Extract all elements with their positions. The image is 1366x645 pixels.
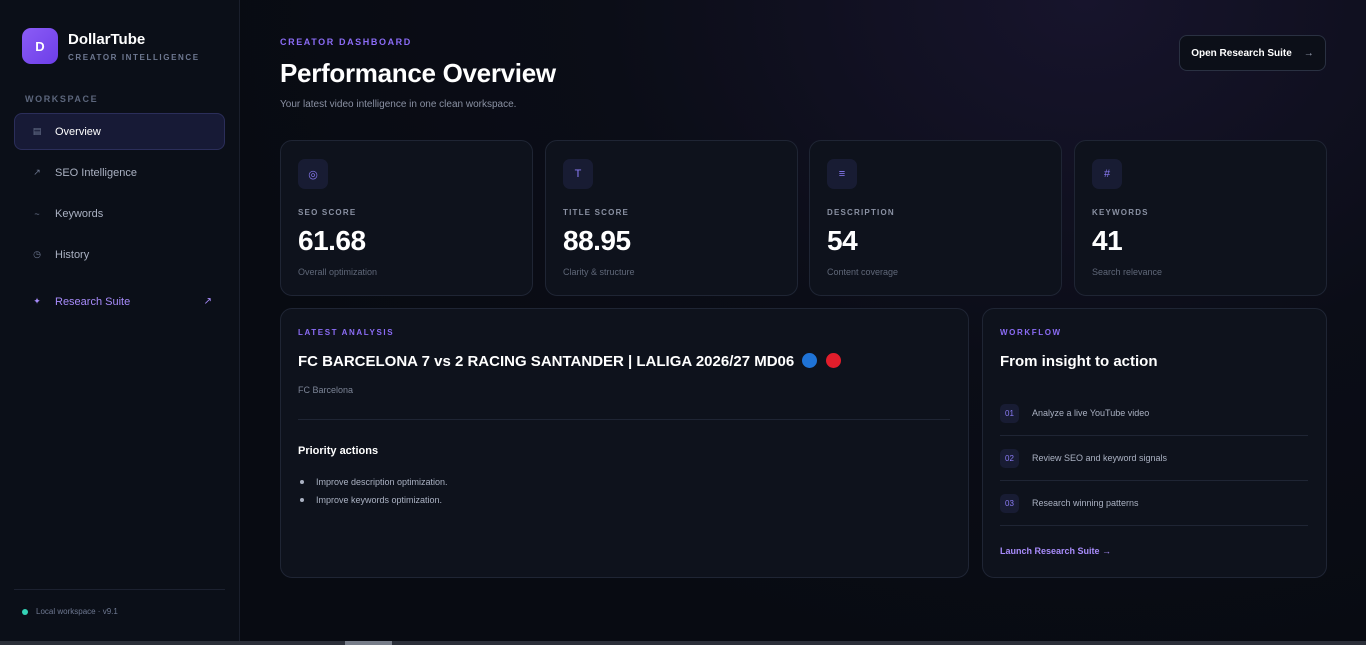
blue-circle-icon bbox=[802, 353, 818, 368]
sidebar-item-label: Keywords bbox=[55, 207, 104, 220]
step-number: 02 bbox=[1000, 448, 1019, 468]
sidebar-item-research-suite[interactable]: ✦ Research Suite ↗ bbox=[14, 283, 225, 320]
bullet-icon bbox=[300, 498, 304, 502]
sidebar: D DollarTube CREATOR INTELLIGENCE WORKSP… bbox=[0, 0, 240, 645]
metric-label: TITLE SCORE bbox=[563, 208, 630, 217]
workflow-step: 03 Research winning patterns bbox=[1000, 481, 1308, 526]
lines-icon: ≡ bbox=[827, 159, 857, 189]
status-text: Local workspace · v9.1 bbox=[36, 607, 118, 616]
metric-card-description: ≡ DESCRIPTION 54 Content coverage bbox=[809, 140, 1062, 296]
channel-name: FC Barcelona bbox=[298, 385, 354, 395]
button-label: Open Research Suite bbox=[1191, 47, 1292, 59]
open-research-suite-button[interactable]: Open Research Suite → bbox=[1179, 35, 1326, 71]
divider bbox=[298, 419, 950, 420]
latest-analysis-panel: LATEST ANALYSIS FC BARCELONA 7 vs 2 RACI… bbox=[280, 308, 969, 578]
step-number: 03 bbox=[1000, 493, 1019, 513]
sidebar-divider bbox=[14, 589, 225, 590]
red-circle-icon bbox=[825, 353, 841, 368]
list-item: Improve keywords optimization. bbox=[300, 495, 442, 505]
sparkle-icon: ✦ bbox=[33, 296, 41, 306]
metric-value: 61.68 bbox=[298, 225, 366, 256]
metric-card-seo-score: ◎ SEO SCORE 61.68 Overall optimization bbox=[280, 140, 533, 296]
launch-research-suite-link[interactable]: Launch Research Suite → bbox=[1000, 546, 1111, 556]
page-title: Performance Overview bbox=[280, 58, 556, 88]
page-eyebrow: CREATOR DASHBOARD bbox=[280, 37, 412, 47]
sidebar-item-label: History bbox=[55, 248, 90, 261]
workflow-step: 02 Review SEO and keyword signals bbox=[1000, 436, 1308, 481]
metric-note: Search relevance bbox=[1092, 267, 1163, 277]
grid-icon: ▤ bbox=[32, 126, 42, 136]
horizontal-scrollbar[interactable] bbox=[0, 641, 1366, 645]
metric-card-keywords: # KEYWORDS 41 Search relevance bbox=[1074, 140, 1327, 296]
brand-subtitle: CREATOR INTELLIGENCE bbox=[68, 52, 200, 62]
sidebar-item-seo-intelligence[interactable]: ↗ SEO Intelligence bbox=[14, 154, 225, 191]
step-text: Review SEO and keyword signals bbox=[1032, 453, 1168, 463]
sidebar-item-keywords[interactable]: ~ Keywords bbox=[14, 195, 225, 232]
sidebar-item-label: SEO Intelligence bbox=[55, 166, 137, 179]
status-dot-icon bbox=[22, 608, 28, 615]
workspace-status: Local workspace · v9.1 bbox=[22, 607, 118, 616]
workflow-step: 01 Analyze a live YouTube video bbox=[1000, 391, 1308, 436]
tilde-icon: ~ bbox=[34, 208, 40, 219]
page-subtitle: Your latest video intelligence in one cl… bbox=[280, 99, 517, 110]
external-link-icon: ↗ bbox=[203, 296, 212, 307]
scrollbar-thumb[interactable] bbox=[345, 641, 392, 645]
workspace-section-label: WORKSPACE bbox=[25, 94, 99, 104]
clock-icon: ◷ bbox=[33, 249, 41, 259]
video-title-text: FC BARCELONA 7 vs 2 RACING SANTANDER | L… bbox=[298, 353, 795, 370]
workflow-panel: WORKFLOW From insight to action 01 Analy… bbox=[982, 308, 1327, 578]
trend-icon: ↗ bbox=[33, 167, 41, 177]
bullet-icon bbox=[300, 480, 304, 484]
list-item: Improve description optimization. bbox=[300, 477, 448, 487]
sidebar-item-history[interactable]: ◷ History bbox=[14, 236, 225, 273]
hash-icon: # bbox=[1092, 159, 1122, 189]
metric-label: KEYWORDS bbox=[1092, 208, 1149, 217]
sidebar-item-label: Research Suite bbox=[55, 295, 131, 308]
metric-note: Content coverage bbox=[827, 267, 899, 277]
main-content: CREATOR DASHBOARD Performance Overview Y… bbox=[241, 0, 1366, 645]
arrow-right-icon: → bbox=[1303, 47, 1314, 59]
sidebar-item-label: Overview bbox=[55, 125, 101, 138]
workflow-title: From insight to action bbox=[1000, 353, 1158, 370]
metric-note: Overall optimization bbox=[298, 267, 378, 277]
metric-card-title-score: T TITLE SCORE 88.95 Clarity & structure bbox=[545, 140, 798, 296]
metric-value: 54 bbox=[827, 225, 858, 256]
metric-value: 88.95 bbox=[563, 225, 631, 256]
step-number: 01 bbox=[1000, 403, 1019, 423]
brand-logo: D bbox=[22, 28, 58, 64]
brand[interactable]: D DollarTube CREATOR INTELLIGENCE bbox=[22, 28, 200, 64]
panel-eyebrow: WORKFLOW bbox=[1000, 328, 1062, 337]
metric-value: 41 bbox=[1092, 225, 1123, 256]
metric-label: DESCRIPTION bbox=[827, 208, 895, 217]
video-title: FC BARCELONA 7 vs 2 RACING SANTANDER | L… bbox=[298, 353, 841, 370]
metric-label: SEO SCORE bbox=[298, 208, 357, 217]
metric-note: Clarity & structure bbox=[563, 267, 635, 277]
brand-name: DollarTube bbox=[68, 30, 146, 48]
priority-actions-title: Priority actions bbox=[298, 445, 379, 457]
action-text: Improve description optimization. bbox=[316, 477, 448, 487]
step-text: Analyze a live YouTube video bbox=[1032, 408, 1150, 418]
step-text: Research winning patterns bbox=[1032, 498, 1139, 508]
text-icon: T bbox=[563, 159, 593, 189]
action-text: Improve keywords optimization. bbox=[316, 495, 443, 505]
target-icon: ◎ bbox=[298, 159, 328, 189]
panel-eyebrow: LATEST ANALYSIS bbox=[298, 328, 395, 337]
sidebar-item-overview[interactable]: ▤ Overview bbox=[14, 113, 225, 150]
